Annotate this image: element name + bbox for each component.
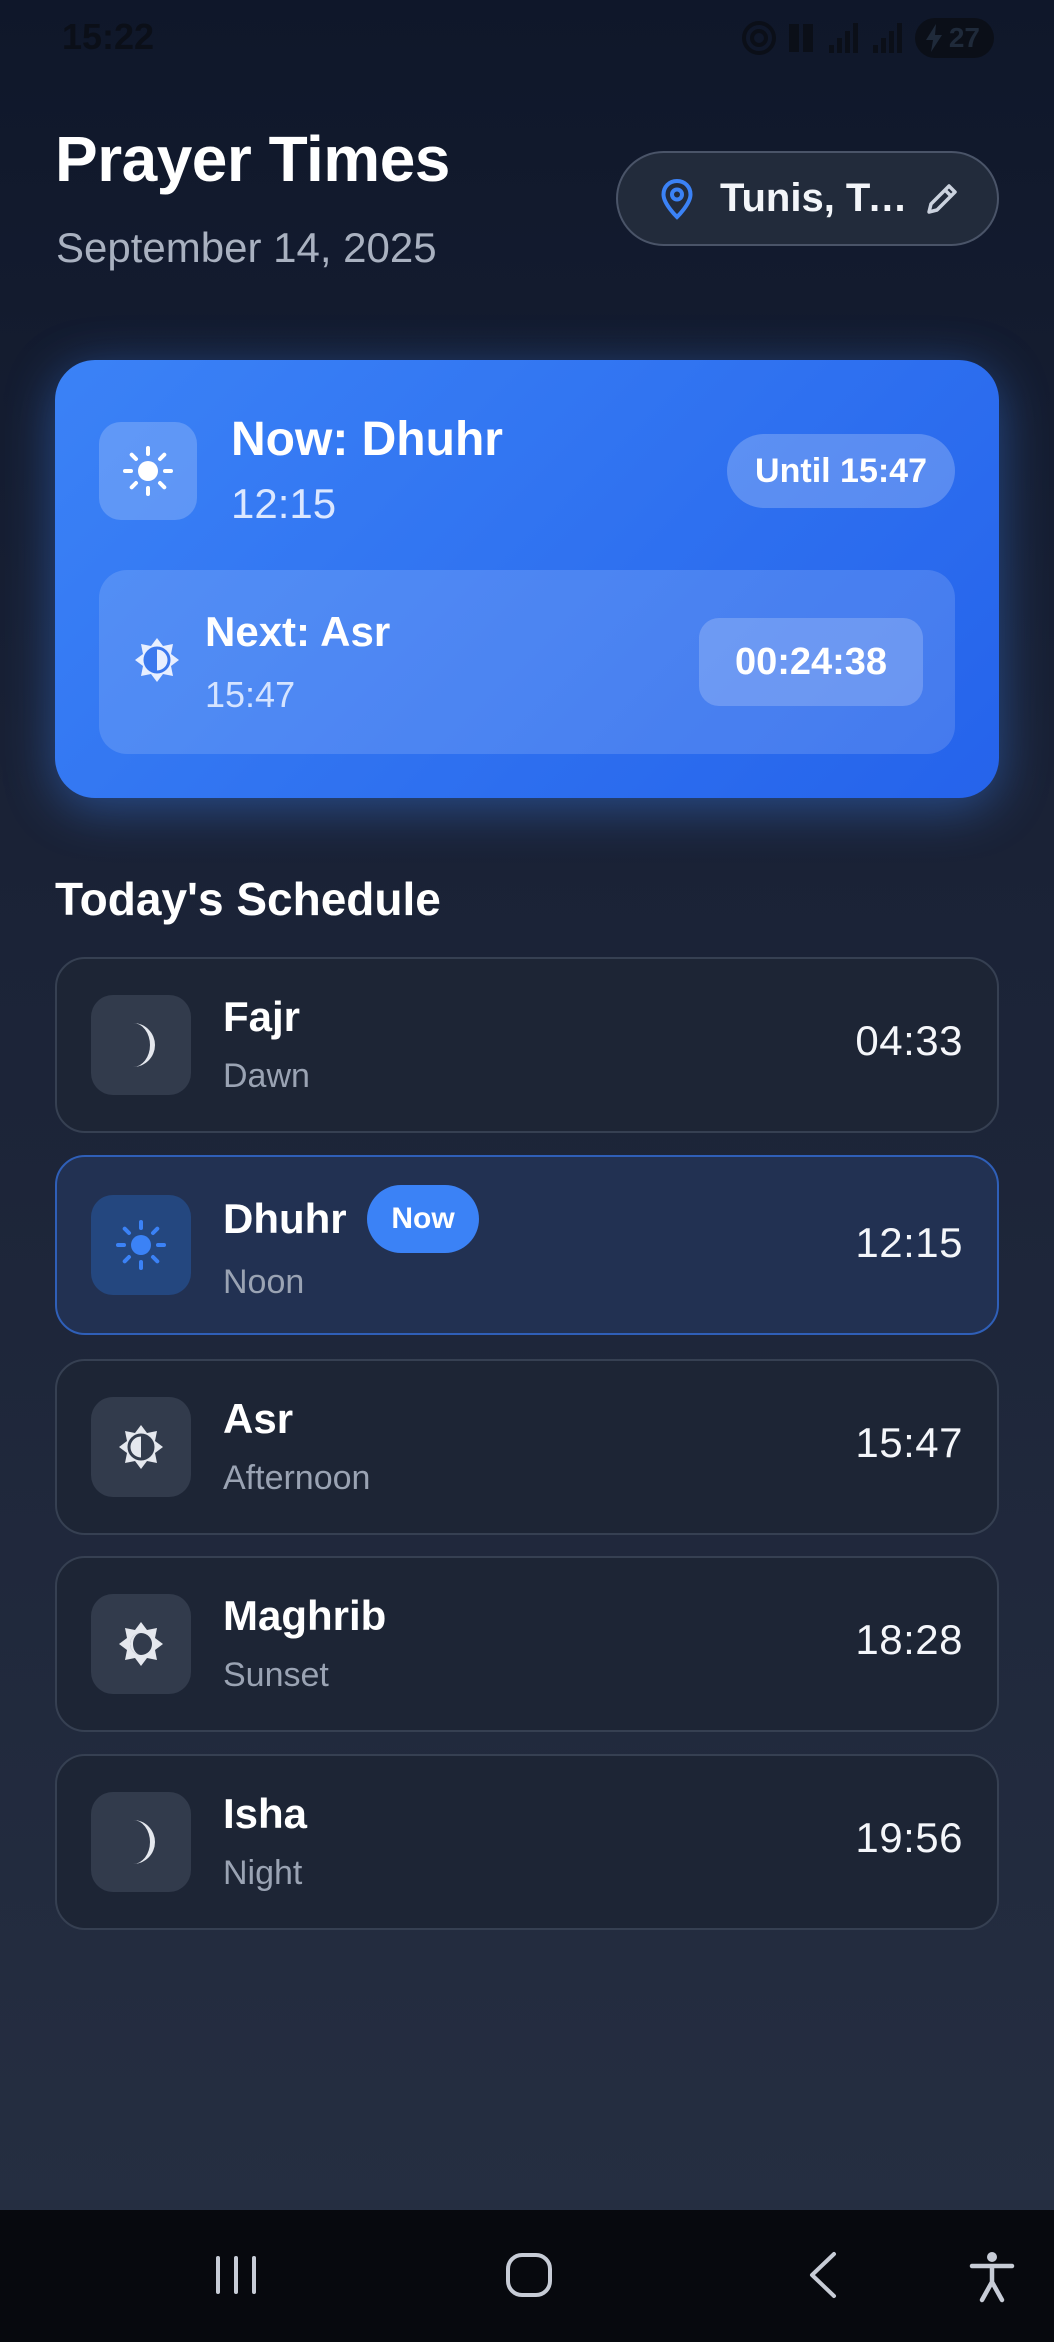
current-prayer-icon-box	[99, 422, 197, 520]
network-4g-icon	[788, 24, 813, 52]
prayer-subtitle: Noon	[223, 1263, 305, 1301]
status-time: 15:22	[62, 16, 155, 57]
status-icons: 27	[741, 18, 994, 58]
current-prayer-card: Now: Dhuhr 12:15 Until 15:47 Next: Asr 1…	[55, 360, 999, 798]
prayer-row-asr[interactable]: Asr Afternoon 15:47	[55, 1359, 999, 1535]
prayer-time: 15:47	[855, 1419, 963, 1466]
home-icon	[506, 2253, 552, 2297]
back-icon	[810, 2252, 836, 2298]
location-text: Tunis, Tunisia	[720, 176, 909, 220]
prayer-name: Maghrib	[223, 1592, 387, 1639]
prayer-name: Fajr	[223, 993, 301, 1040]
prayer-row-dhuhr[interactable]: Dhuhr Now Noon 12:15	[55, 1155, 999, 1335]
prayer-subtitle: Sunset	[223, 1656, 329, 1694]
recent-apps-button[interactable]	[206, 2246, 266, 2306]
prayer-row-isha[interactable]: Isha Night 19:56	[55, 1754, 999, 1930]
prayer-subtitle: Dawn	[223, 1057, 310, 1095]
prayer-row-fajr[interactable]: Fajr Dawn 04:33	[55, 957, 999, 1133]
row-icon-box	[91, 1195, 191, 1295]
row-icon-box	[91, 995, 191, 1095]
moon-icon	[133, 1023, 155, 1067]
schedule-title: Today's Schedule	[55, 873, 441, 925]
row-icon-box	[91, 1792, 191, 1892]
prayer-time: 19:56	[855, 1814, 963, 1861]
prayer-time: 04:33	[855, 1017, 963, 1064]
hotspot-icon	[741, 21, 776, 55]
signal-icon-2	[872, 23, 902, 53]
status-bar: 15:22 27	[0, 0, 1054, 78]
home-button[interactable]	[500, 2246, 560, 2306]
sun-icon	[123, 446, 173, 496]
half-sun-icon	[135, 638, 179, 682]
edit-icon[interactable]	[923, 180, 961, 218]
sunset-icon	[119, 1622, 163, 1666]
location-pin-icon	[661, 178, 693, 220]
battery-indicator: 27	[914, 18, 994, 58]
now-badge: Now	[367, 1185, 479, 1253]
battery-level: 27	[948, 22, 980, 53]
system-nav-bar	[0, 2210, 1054, 2342]
prayer-time: 18:28	[855, 1616, 963, 1663]
until-badge: Until 15:47	[727, 434, 955, 508]
half-sun-icon	[119, 1425, 163, 1469]
prayer-time: 12:15	[855, 1219, 963, 1266]
prayer-subtitle: Afternoon	[223, 1459, 371, 1497]
current-prayer-label: Now: Dhuhr	[231, 413, 503, 466]
sun-icon	[116, 1220, 166, 1270]
charging-icon	[925, 24, 942, 52]
recent-apps-icon	[216, 2256, 256, 2294]
row-icon-box	[91, 1397, 191, 1497]
date-label: September 14, 2025	[56, 224, 437, 271]
next-prayer-box: Next: Asr 15:47 00:24:38	[99, 570, 955, 754]
countdown-timer: 00:24:38	[699, 618, 923, 706]
accessibility-icon	[969, 2252, 1015, 2303]
back-button[interactable]	[796, 2246, 856, 2306]
signal-icon	[828, 23, 858, 53]
current-prayer-time: 12:15	[231, 480, 337, 527]
prayer-name: Isha	[223, 1790, 308, 1837]
moon-icon	[133, 1820, 155, 1864]
location-button[interactable]: Tunis, Tunisia	[616, 151, 999, 246]
prayer-row-maghrib[interactable]: Maghrib Sunset 18:28	[55, 1556, 999, 1732]
prayer-name: Dhuhr	[223, 1195, 347, 1242]
prayer-subtitle: Night	[223, 1854, 303, 1892]
next-prayer-label: Next: Asr	[205, 608, 391, 655]
next-prayer-time: 15:47	[205, 674, 296, 715]
accessibility-button[interactable]	[962, 2246, 1022, 2306]
row-icon-box	[91, 1594, 191, 1694]
page-title: Prayer Times	[55, 123, 450, 195]
prayer-name: Asr	[223, 1395, 294, 1442]
